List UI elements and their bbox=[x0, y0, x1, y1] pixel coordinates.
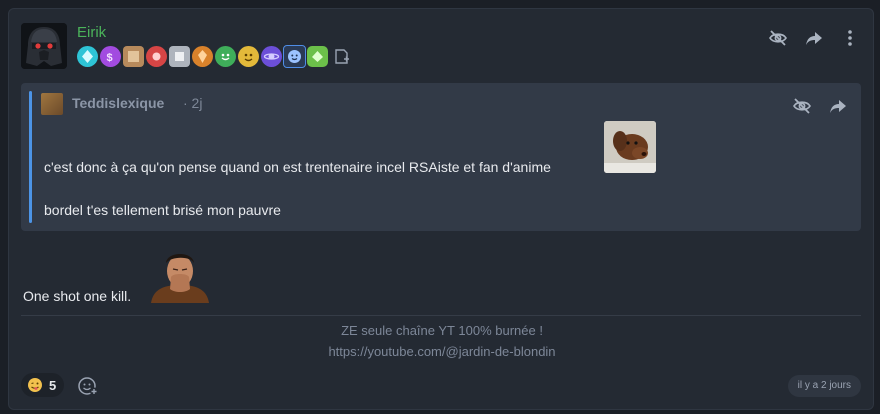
kebab-menu-icon bbox=[848, 30, 852, 46]
eye-off-icon bbox=[793, 98, 811, 114]
share-arrow-icon bbox=[806, 32, 822, 45]
dog-sticker-image bbox=[604, 121, 656, 173]
hide-quote-button[interactable] bbox=[791, 95, 813, 117]
yellow-face-badge-icon[interactable] bbox=[238, 46, 259, 67]
author-name[interactable]: Eirik bbox=[77, 24, 106, 41]
share-arrow-icon bbox=[830, 100, 846, 113]
green-smile-badge-icon[interactable] bbox=[215, 46, 236, 67]
add-emoji-icon bbox=[78, 377, 98, 396]
dog-sticker-icon bbox=[604, 121, 656, 173]
post-timestamp[interactable]: il y a 2 jours bbox=[787, 375, 861, 397]
eye-off-icon bbox=[769, 30, 787, 46]
signature-link[interactable]: https://youtube.com/@jardin-de-blondin bbox=[9, 344, 875, 359]
badge-list: $ bbox=[77, 45, 351, 68]
facepalm-sticker-image bbox=[147, 247, 213, 303]
signature-text: ZE seule chaîne YT 100% burnée ! bbox=[341, 323, 543, 338]
quote-author-name[interactable]: Teddislexique bbox=[72, 95, 164, 111]
darth-vader-avatar-icon bbox=[21, 23, 67, 69]
quote-time: · 2j bbox=[183, 95, 203, 111]
tongue-face-icon bbox=[28, 378, 42, 392]
facepalm-sticker-icon bbox=[151, 254, 209, 303]
post-actions bbox=[767, 27, 861, 49]
silver-cube-badge-icon[interactable] bbox=[169, 46, 190, 67]
green-gem-badge-icon[interactable] bbox=[307, 46, 328, 67]
signature-divider bbox=[21, 315, 861, 316]
quote-avatar[interactable] bbox=[41, 93, 63, 115]
avatar[interactable] bbox=[21, 23, 67, 69]
purple-coin-badge-icon[interactable]: $ bbox=[100, 46, 121, 67]
svg-text:$: $ bbox=[107, 52, 113, 64]
quote-accent-bar bbox=[29, 91, 32, 223]
blue-face-badge-icon[interactable] bbox=[283, 45, 306, 68]
quote-text-line: bordel t'es tellement brisé mon pauvre bbox=[44, 202, 281, 218]
quote-text-line: c'est donc à ça qu'on pense quand on est… bbox=[44, 159, 551, 175]
reaction-chip[interactable]: 5 bbox=[21, 373, 65, 397]
share-button[interactable] bbox=[803, 27, 825, 49]
hide-post-button[interactable] bbox=[767, 27, 789, 49]
orange-gem-badge-icon[interactable] bbox=[192, 46, 213, 67]
reaction-count: 5 bbox=[49, 377, 57, 393]
post-card: Eirik $ Teddislexique · 2j c'est donc à … bbox=[8, 8, 874, 410]
more-options-button[interactable] bbox=[839, 27, 861, 49]
violet-planet-badge-icon[interactable] bbox=[261, 46, 282, 67]
quote-actions bbox=[791, 95, 849, 117]
cyan-gem-badge-icon[interactable] bbox=[77, 46, 98, 67]
quoted-message: Teddislexique · 2j c'est donc à ça qu'on… bbox=[21, 83, 861, 231]
bronze-cube-badge-icon[interactable] bbox=[123, 46, 144, 67]
red-gem-badge-icon[interactable] bbox=[146, 46, 167, 67]
add-reaction-button[interactable] bbox=[77, 375, 99, 397]
post-message: One shot one kill. bbox=[23, 288, 132, 304]
quote-share-button[interactable] bbox=[827, 95, 849, 117]
add-badge-icon[interactable] bbox=[333, 48, 351, 66]
